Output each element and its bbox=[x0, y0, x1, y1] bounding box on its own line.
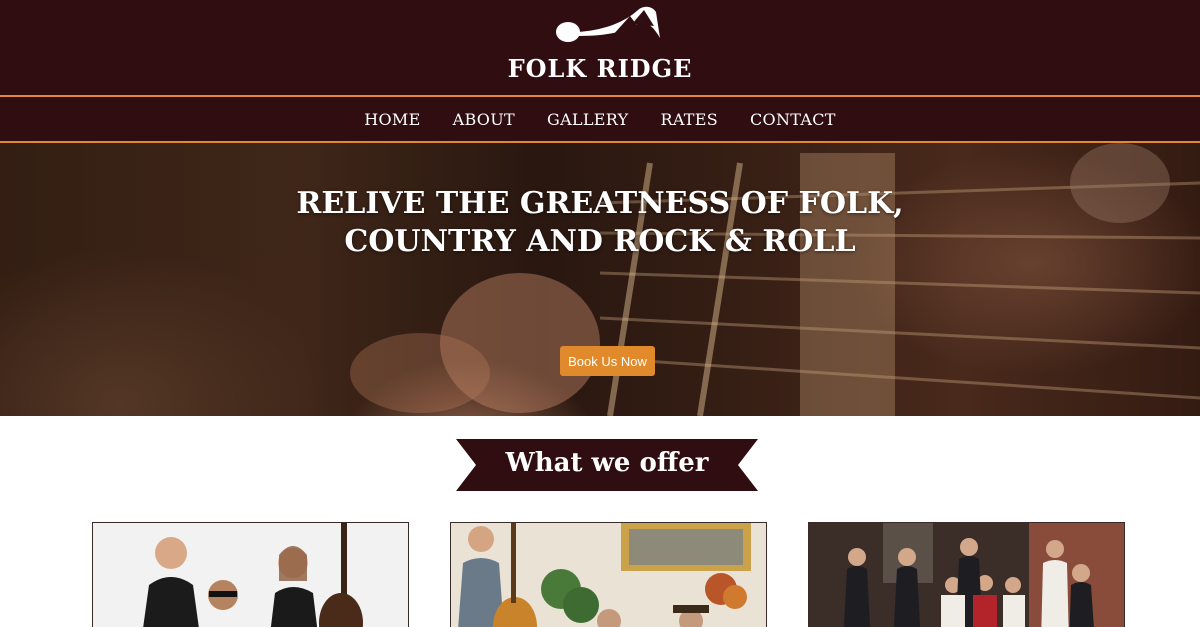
hero-banner: RELIVE THE GREATNESS OF FOLK, COUNTRY AN… bbox=[0, 143, 1200, 416]
brand-name[interactable]: FOLK RIDGE bbox=[0, 54, 1200, 83]
nav-item-rates[interactable]: RATES bbox=[660, 110, 718, 129]
offer-card-big-band[interactable] bbox=[808, 522, 1125, 627]
trio-with-upright-bass-photo bbox=[93, 523, 408, 627]
hero-headline: RELIVE THE GREATNESS OF FOLK, COUNTRY AN… bbox=[0, 185, 1200, 261]
music-note-mountain-icon[interactable] bbox=[552, 2, 662, 48]
big-band-group-photo bbox=[809, 523, 1124, 627]
site-header: FOLK RIDGE bbox=[0, 0, 1200, 95]
section-title-ribbon: What we offer bbox=[456, 439, 758, 491]
nav-item-gallery[interactable]: GALLERY bbox=[547, 110, 628, 129]
book-us-now-button[interactable]: Book Us Now bbox=[560, 346, 655, 376]
hero-headline-line2: COUNTRY AND ROCK & ROLL bbox=[344, 224, 856, 259]
hero-headline-line1: RELIVE THE GREATNESS OF FOLK, bbox=[296, 186, 904, 221]
main-nav: HOME ABOUT GALLERY RATES CONTACT bbox=[0, 97, 1200, 141]
band-in-living-room-photo bbox=[451, 523, 766, 627]
section-title: What we offer bbox=[505, 448, 709, 478]
nav-item-contact[interactable]: CONTACT bbox=[750, 110, 836, 129]
nav-item-about[interactable]: ABOUT bbox=[453, 110, 515, 129]
offer-card-trio[interactable] bbox=[92, 522, 409, 627]
nav-item-home[interactable]: HOME bbox=[364, 110, 420, 129]
offer-card-living-room-band[interactable] bbox=[450, 522, 767, 627]
